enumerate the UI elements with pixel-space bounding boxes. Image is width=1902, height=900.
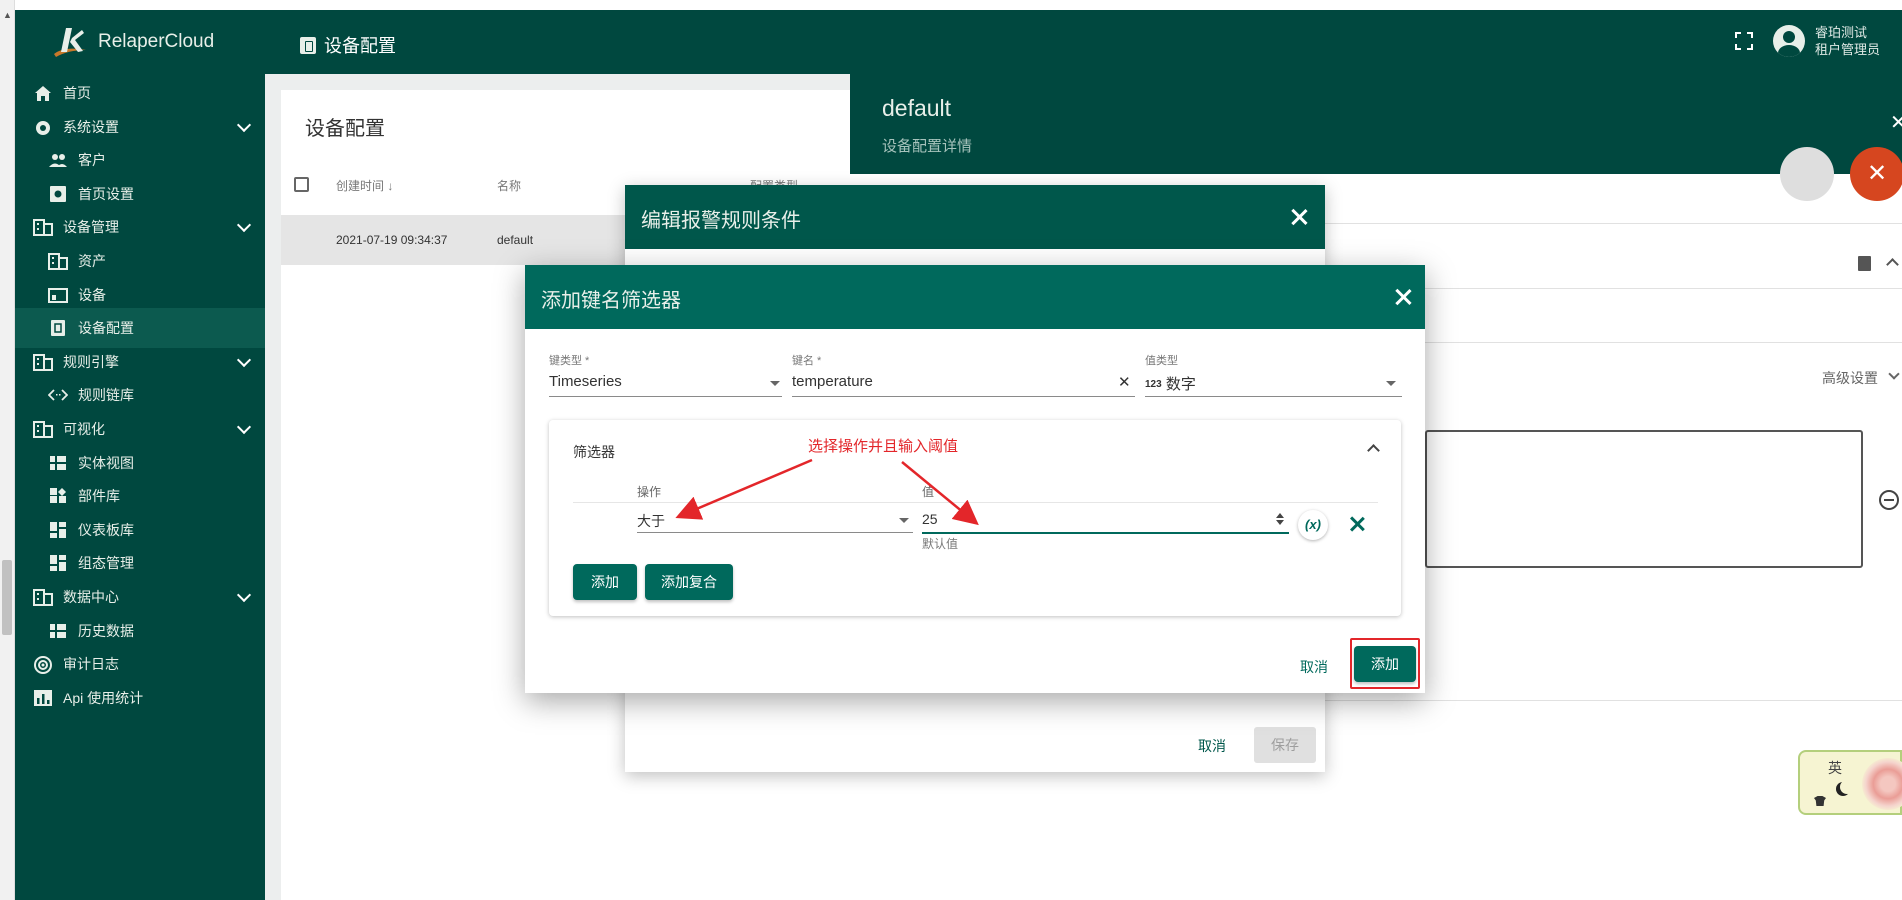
annotation-arrow-left — [675, 458, 813, 520]
annotation-arrows — [675, 458, 979, 526]
annotation-arrow-right — [901, 461, 979, 526]
